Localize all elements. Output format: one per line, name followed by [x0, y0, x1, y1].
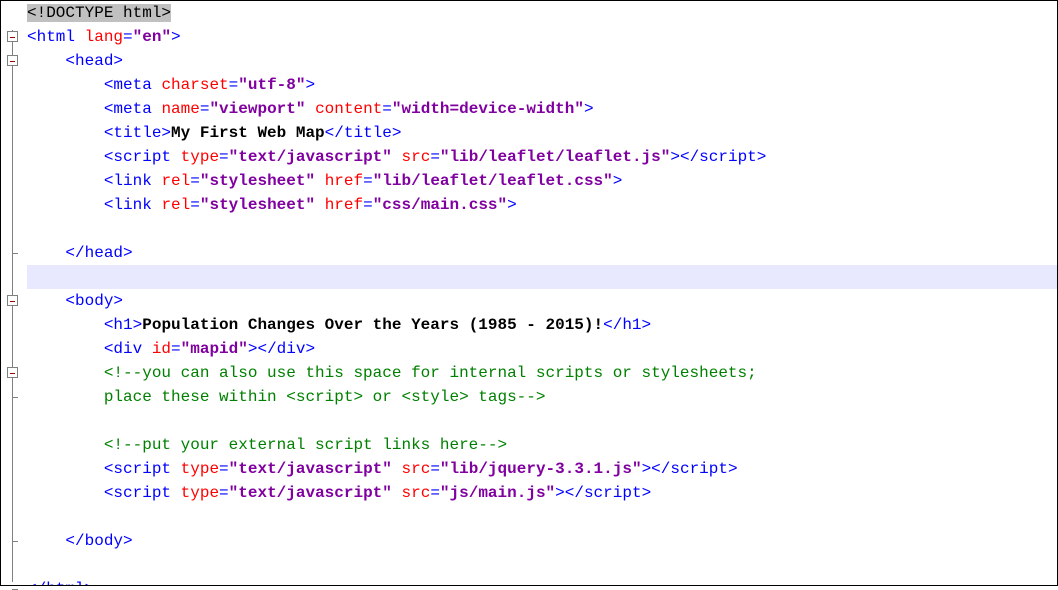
- code-line[interactable]: <!--put your external script links here-…: [27, 433, 1057, 457]
- fold-toggle-icon[interactable]: [7, 295, 18, 306]
- code-line[interactable]: [27, 409, 1057, 433]
- code-area[interactable]: <!DOCTYPE html><html lang="en"> <head> <…: [25, 1, 1057, 585]
- code-line[interactable]: <!--you can also use this space for inte…: [27, 361, 1057, 385]
- code-line[interactable]: [27, 265, 1057, 289]
- code-line[interactable]: <link rel="stylesheet" href="css/main.cs…: [27, 193, 1057, 217]
- code-line[interactable]: [27, 553, 1057, 577]
- code-line[interactable]: </body>: [27, 529, 1057, 553]
- code-line[interactable]: <html lang="en">: [27, 25, 1057, 49]
- code-line[interactable]: <script type="text/javascript" src="js/m…: [27, 481, 1057, 505]
- code-line[interactable]: <body>: [27, 289, 1057, 313]
- code-line[interactable]: <script type="text/javascript" src="lib/…: [27, 145, 1057, 169]
- code-line[interactable]: <div id="mapid"></div>: [27, 337, 1057, 361]
- code-line[interactable]: <title>My First Web Map</title>: [27, 121, 1057, 145]
- fold-gutter: [1, 1, 25, 585]
- fold-toggle-icon[interactable]: [7, 367, 18, 378]
- code-line[interactable]: <script type="text/javascript" src="lib/…: [27, 457, 1057, 481]
- code-line[interactable]: <head>: [27, 49, 1057, 73]
- fold-toggle-icon[interactable]: [7, 31, 18, 42]
- code-line[interactable]: <meta charset="utf-8">: [27, 73, 1057, 97]
- code-line[interactable]: [27, 217, 1057, 241]
- code-editor: <!DOCTYPE html><html lang="en"> <head> <…: [1, 1, 1057, 585]
- fold-end-marker: [12, 541, 18, 542]
- fold-end-marker: [12, 397, 18, 398]
- code-line[interactable]: <h1>Population Changes Over the Years (1…: [27, 313, 1057, 337]
- code-line[interactable]: </head>: [27, 241, 1057, 265]
- code-line[interactable]: <link rel="stylesheet" href="lib/leaflet…: [27, 169, 1057, 193]
- code-line[interactable]: place these within <script> or <style> t…: [27, 385, 1057, 409]
- code-line[interactable]: <meta name="viewport" content="width=dev…: [27, 97, 1057, 121]
- code-line[interactable]: [27, 505, 1057, 529]
- fold-toggle-icon[interactable]: [7, 55, 18, 66]
- code-line[interactable]: </html>: [27, 577, 1057, 585]
- code-line[interactable]: <!DOCTYPE html>: [27, 1, 1057, 25]
- fold-end-marker: [12, 253, 18, 254]
